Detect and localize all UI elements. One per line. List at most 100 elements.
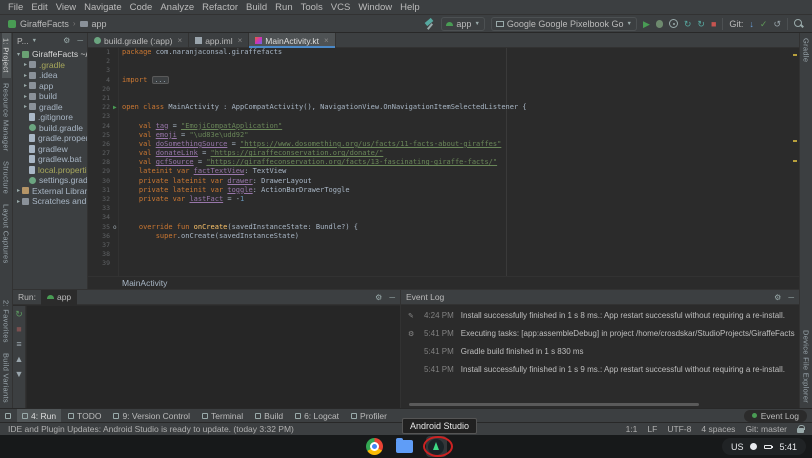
event-log-entry[interactable]: ⚙5:41 PMExecuting tasks: [app:assembleDe… <box>408 329 799 338</box>
menu-item-help[interactable]: Help <box>396 2 424 13</box>
apply-changes-icon[interactable]: ↻ <box>684 19 692 29</box>
event-log-entry[interactable]: 5:41 PMGradle build finished in 1 s 830 … <box>408 347 799 356</box>
tool-windows-icon[interactable] <box>5 413 11 419</box>
line-ending[interactable]: LF <box>647 424 657 434</box>
device-select[interactable]: Google Google Pixelbook Go ▼ <box>491 17 637 31</box>
editor-breadcrumb-item[interactable]: MainActivity <box>122 278 167 288</box>
tree-item[interactable]: ▸app <box>13 81 87 92</box>
menu-item-window[interactable]: Window <box>354 2 396 13</box>
run-menu-icon[interactable]: ≡ <box>16 339 21 349</box>
run-icon[interactable]: ▶ <box>643 19 650 29</box>
tool-window-button[interactable]: 4: Run <box>17 409 61 423</box>
tree-item[interactable]: ▸External Libraries <box>13 186 87 197</box>
breadcrumb-project[interactable]: GiraffeFacts <box>20 19 69 29</box>
keyboard-layout[interactable]: US <box>731 442 744 452</box>
menu-item-vcs[interactable]: VCS <box>327 2 355 13</box>
chevron-icon[interactable]: ▸ <box>15 198 22 205</box>
tool-window-button[interactable]: TODO <box>63 409 106 423</box>
event-log-button[interactable]: Event Log <box>744 410 807 422</box>
chevron-icon[interactable]: ▸ <box>22 103 29 110</box>
tree-item[interactable]: settings.gradle <box>13 175 87 186</box>
tool-stripe-button[interactable]: Layout Captures <box>2 199 11 269</box>
editor-tab[interactable]: build.gradle (:app)× <box>88 33 189 48</box>
menu-item-file[interactable]: File <box>4 2 27 13</box>
tree-item[interactable]: gradle.propert <box>13 133 87 144</box>
tree-item[interactable]: .gitignore <box>13 112 87 123</box>
event-log-entry[interactable]: 5:41 PMInstall successfully finished in … <box>408 365 799 374</box>
tool-stripe-button[interactable]: 2: Favorites <box>2 295 11 348</box>
menu-item-refactor[interactable]: Refactor <box>198 2 242 13</box>
indent-setting[interactable]: 4 spaces <box>701 424 735 434</box>
tab-close-icon[interactable]: × <box>178 36 183 45</box>
chevron-icon[interactable]: ▾ <box>15 51 22 58</box>
tree-item[interactable]: ▸build <box>13 91 87 102</box>
build-hammer-icon[interactable] <box>423 18 435 30</box>
chevron-icon[interactable]: ▸ <box>22 72 29 79</box>
tree-item[interactable]: ▸.idea <box>13 70 87 81</box>
breadcrumb-module[interactable]: app <box>92 19 107 29</box>
tool-stripe-button[interactable]: Structure <box>2 156 11 199</box>
tool-window-button[interactable]: 6: Logcat <box>290 409 344 423</box>
caret-position[interactable]: 1:1 <box>626 424 638 434</box>
scrollbar-warning-mark[interactable] <box>793 140 797 142</box>
clock[interactable]: 5:41 <box>779 442 797 452</box>
tool-stripe-button[interactable]: Build Variants <box>2 348 11 408</box>
git-branch[interactable]: Git: master <box>745 424 787 434</box>
tree-item[interactable]: local.properties <box>13 165 87 176</box>
git-revert-icon[interactable]: ↺ <box>773 19 781 29</box>
editor-tab[interactable]: app.iml× <box>189 33 249 48</box>
tree-item[interactable]: ▾GiraffeFacts ~/St <box>13 49 87 60</box>
tab-close-icon[interactable]: × <box>238 36 243 45</box>
horizontal-scrollbar[interactable] <box>409 403 699 406</box>
menu-item-view[interactable]: View <box>52 2 80 13</box>
tree-item[interactable]: ▸.gradle <box>13 60 87 71</box>
tool-stripe-button[interactable]: Resource Manager <box>2 78 11 157</box>
system-tray[interactable]: US 5:41 <box>722 438 806 455</box>
run-gutter-icon[interactable]: ▶ <box>113 103 117 112</box>
chevron-icon[interactable]: ▸ <box>22 82 29 89</box>
tree-item[interactable]: ▸gradle <box>13 102 87 113</box>
apply-code-changes-icon[interactable]: ↻ <box>697 19 705 29</box>
editor-tab[interactable]: MainActivity.kt× <box>249 33 335 48</box>
scrollbar-warning-mark[interactable] <box>793 160 797 162</box>
tool-window-button[interactable]: Build <box>250 409 288 423</box>
tool-stripe-button[interactable]: Device File Explorer <box>802 325 811 408</box>
gear-icon[interactable]: ⚙ <box>774 293 781 302</box>
chevron-icon[interactable]: ▸ <box>15 187 22 194</box>
tree-item[interactable]: ▸Scratches and C <box>13 196 87 207</box>
menu-item-analyze[interactable]: Analyze <box>156 2 198 13</box>
rerun-icon[interactable]: ↻ <box>15 309 23 319</box>
override-gutter-icon[interactable]: o <box>113 223 117 232</box>
code-editor[interactable]: 1package com.naranjaconsal.giraffefacts2… <box>88 48 799 276</box>
menu-item-run[interactable]: Run <box>271 2 296 13</box>
stop-icon[interactable]: ■ <box>711 19 716 29</box>
event-log-entry[interactable]: ✎4:24 PMInstall successfully finished in… <box>408 311 799 320</box>
scroll-up-icon[interactable]: ▲ <box>15 354 24 364</box>
tree-item[interactable]: gradlew <box>13 144 87 155</box>
status-message[interactable]: IDE and Plugin Updates: Android Studio i… <box>8 424 616 434</box>
tool-window-button[interactable]: 9: Version Control <box>108 409 195 423</box>
tool-stripe-button[interactable]: Gradle <box>802 33 811 67</box>
git-commit-icon[interactable]: ✓ <box>760 19 768 29</box>
menu-item-tools[interactable]: Tools <box>297 2 327 13</box>
run-console-output[interactable] <box>27 306 400 408</box>
chevron-icon[interactable]: ▸ <box>22 61 29 68</box>
menu-item-edit[interactable]: Edit <box>27 2 51 13</box>
tree-item[interactable]: build.gradle <box>13 123 87 134</box>
stop-icon[interactable]: ■ <box>16 324 21 334</box>
tool-window-button[interactable]: Terminal <box>197 409 248 423</box>
tool-stripe-button[interactable]: 1: Project <box>2 33 11 78</box>
hide-panel-icon[interactable]: ─ <box>77 36 83 45</box>
tree-item[interactable]: gradlew.bat <box>13 154 87 165</box>
scrollbar-warning-mark[interactable] <box>793 54 797 56</box>
menu-item-build[interactable]: Build <box>242 2 271 13</box>
files-app-icon[interactable] <box>396 440 413 453</box>
chrome-icon[interactable] <box>366 438 383 455</box>
hide-panel-icon[interactable]: ─ <box>389 293 395 302</box>
profile-icon[interactable] <box>669 19 678 28</box>
hide-panel-icon[interactable]: ─ <box>788 293 794 302</box>
file-encoding[interactable]: UTF-8 <box>667 424 691 434</box>
run-config-select[interactable]: app ▼ <box>441 17 484 31</box>
search-icon[interactable] <box>794 19 804 29</box>
run-panel-tab[interactable]: app <box>41 290 77 305</box>
